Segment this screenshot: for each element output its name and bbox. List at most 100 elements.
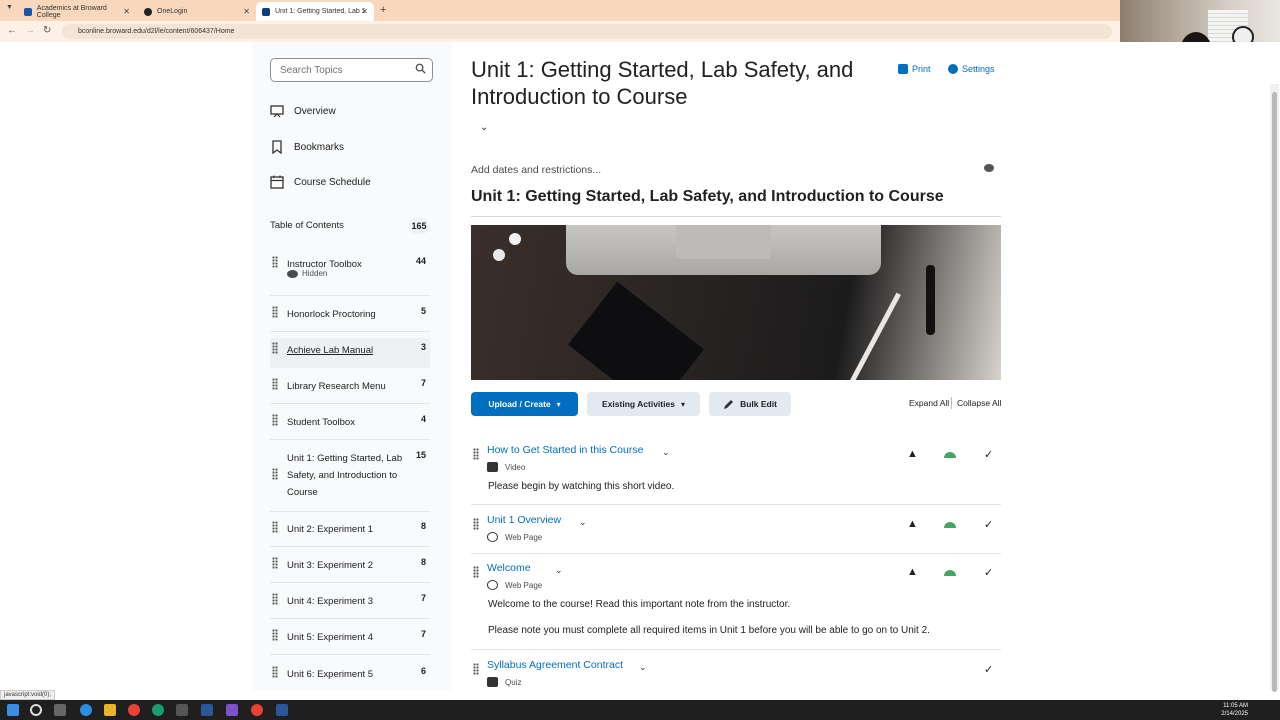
check-icon[interactable]: ✓ (984, 518, 993, 531)
reload-icon[interactable]: ↻ (43, 25, 51, 36)
drag-handle-icon[interactable] (272, 666, 278, 678)
sidebar-link-overview[interactable]: Overview (270, 101, 336, 121)
drag-handle-icon[interactable] (272, 629, 278, 641)
module-achieve-lab-manual[interactable]: Achieve Lab Manual 3 (270, 338, 430, 368)
search-icon[interactable] (415, 63, 426, 74)
module-student-toolbox[interactable]: Student Toolbox 4 (270, 414, 430, 440)
sidebar-link-course-schedule[interactable]: Course Schedule (270, 172, 371, 192)
module-honorlock[interactable]: Honorlock Proctoring 5 (270, 306, 430, 332)
chevron-down-icon[interactable]: ⌄ (662, 447, 670, 458)
completion-tracking-icon[interactable]: ▲ (907, 566, 918, 578)
completion-tracking-icon[interactable]: ▲ (907, 448, 918, 460)
module-unit-3[interactable]: Unit 3: Experiment 2 8 (270, 557, 430, 583)
check-icon[interactable]: ✓ (984, 448, 993, 461)
printer-icon (898, 64, 908, 74)
banner-earbud (509, 233, 521, 245)
content-item-title[interactable]: Syllabus Agreement Contract (487, 659, 623, 671)
visibility-status-icon[interactable] (944, 452, 956, 458)
check-icon[interactable]: ✓ (984, 566, 993, 579)
drag-handle-icon[interactable] (473, 518, 479, 530)
content-item-welcome[interactable]: Welcome ⌄ Web Page Welcome to the course… (471, 562, 1001, 650)
chevron-down-icon[interactable]: ⌄ (555, 565, 563, 576)
sidebar-link-bookmarks[interactable]: Bookmarks (270, 137, 344, 157)
drag-handle-icon[interactable] (473, 663, 479, 675)
settings-button[interactable]: Settings (948, 64, 995, 74)
print-button[interactable]: Print (898, 64, 931, 74)
content-item-title[interactable]: Unit 1 Overview (487, 514, 561, 526)
presentation-icon (270, 105, 284, 118)
add-dates-restrictions-link[interactable]: Add dates and restrictions... (471, 164, 601, 176)
content-item-title[interactable]: How to Get Started in this Course (487, 444, 643, 456)
visibility-status-icon[interactable] (944, 522, 956, 528)
teams-icon[interactable] (226, 704, 238, 716)
scrollbar-thumb[interactable] (1272, 92, 1277, 692)
drag-handle-icon[interactable] (473, 566, 479, 578)
chrome-active-icon[interactable] (251, 704, 263, 716)
chrome-icon[interactable] (128, 704, 140, 716)
banner-phone (568, 281, 704, 380)
existing-activities-button[interactable]: Existing Activities ▾ (587, 392, 700, 416)
banner-stylus (826, 292, 901, 380)
module-library-research-menu[interactable]: Library Research Menu 7 (270, 378, 430, 404)
tab-menu-chevron-icon[interactable]: ▼ (6, 4, 13, 11)
drag-handle-icon[interactable] (272, 306, 278, 318)
drag-handle-icon[interactable] (272, 557, 278, 569)
drag-handle-icon[interactable] (473, 448, 479, 460)
expand-all-link[interactable]: Expand All (909, 398, 949, 408)
module-unit-5[interactable]: Unit 5: Experiment 4 7 (270, 629, 430, 655)
content-item-get-started[interactable]: How to Get Started in this Course ⌄ Vide… (471, 444, 1001, 505)
print-label: Print (912, 64, 931, 74)
completion-tracking-icon[interactable]: ▲ (907, 518, 918, 530)
close-icon[interactable]: ✕ (361, 7, 368, 16)
drag-handle-icon[interactable] (272, 521, 278, 533)
back-arrow-icon[interactable]: ← (7, 25, 17, 36)
collapse-all-link[interactable]: Collapse All (957, 398, 1001, 408)
word-icon[interactable] (276, 704, 288, 716)
url-field[interactable]: bconline.broward.edu/d2l/le/content/6064… (62, 24, 1112, 39)
module-unit-6[interactable]: Unit 6: Experiment 5 6 (270, 666, 430, 690)
drag-handle-icon[interactable] (272, 593, 278, 605)
new-tab-plus-icon[interactable]: + (380, 4, 386, 16)
eye-icon[interactable] (984, 164, 994, 172)
calculator-icon[interactable] (176, 704, 188, 716)
check-icon[interactable]: ✓ (984, 663, 993, 676)
file-explorer-icon[interactable] (104, 704, 116, 716)
drag-handle-icon[interactable] (272, 414, 278, 426)
windows-start-icon[interactable] (7, 704, 19, 716)
edge-browser-icon[interactable] (80, 704, 92, 716)
browser-tab-onelogin[interactable]: OneLogin ✕ (138, 2, 256, 21)
chevron-down-icon[interactable]: ⌄ (639, 662, 647, 673)
upload-create-button[interactable]: Upload / Create ▾ (471, 392, 578, 416)
browser-tab-unit1[interactable]: Unit 1: Getting Started, Lab Safe ✕ (256, 2, 374, 21)
module-label[interactable]: Achieve Lab Manual (287, 342, 407, 359)
status-bar-link: javascript:void(0); (0, 690, 56, 700)
task-view-icon[interactable] (54, 704, 66, 716)
content-item-title[interactable]: Welcome (487, 562, 531, 574)
drag-handle-icon[interactable] (272, 378, 278, 390)
drag-handle-icon[interactable] (272, 256, 278, 268)
content-item-unit-1-overview[interactable]: Unit 1 Overview ⌄ Web Page ▲ ✓ (471, 514, 1001, 554)
content-item-syllabus-agreement[interactable]: Syllabus Agreement Contract ⌄ Quiz ✓ (471, 659, 1001, 690)
tab-label: Unit 1: Getting Started, Lab Safe (275, 8, 365, 15)
drag-handle-icon[interactable] (272, 342, 278, 354)
drag-handle-icon[interactable] (272, 468, 278, 480)
chevron-down-icon[interactable]: ⌄ (480, 122, 488, 133)
search-icon[interactable] (30, 704, 42, 716)
browser-tab-academics[interactable]: Academics at Broward College ✕ (18, 2, 136, 21)
bulk-edit-button[interactable]: Bulk Edit (709, 392, 791, 416)
edge-alt-icon[interactable] (152, 704, 164, 716)
module-unit-4[interactable]: Unit 4: Experiment 3 7 (270, 593, 430, 619)
close-icon[interactable]: ✕ (123, 7, 130, 16)
visibility-status-icon[interactable] (944, 570, 956, 576)
module-instructor-toolbox[interactable]: Instructor Toolbox 44 Hidden (270, 256, 430, 296)
close-icon[interactable]: ✕ (243, 7, 250, 16)
module-unit-2[interactable]: Unit 2: Experiment 1 8 (270, 521, 430, 547)
forward-arrow-icon[interactable]: → (25, 25, 35, 36)
page-scrollbar[interactable] (1270, 84, 1279, 692)
module-unit-1[interactable]: Unit 1: Getting Started, Lab Safety, and… (270, 450, 430, 512)
system-clock[interactable]: 11:05 AM 2/14/2025 (1221, 702, 1248, 718)
table-of-contents-header[interactable]: Table of Contents 165 (270, 218, 430, 234)
search-topics-input[interactable]: Search Topics (270, 58, 433, 82)
chevron-down-icon[interactable]: ⌄ (579, 517, 587, 528)
outlook-icon[interactable] (201, 704, 213, 716)
